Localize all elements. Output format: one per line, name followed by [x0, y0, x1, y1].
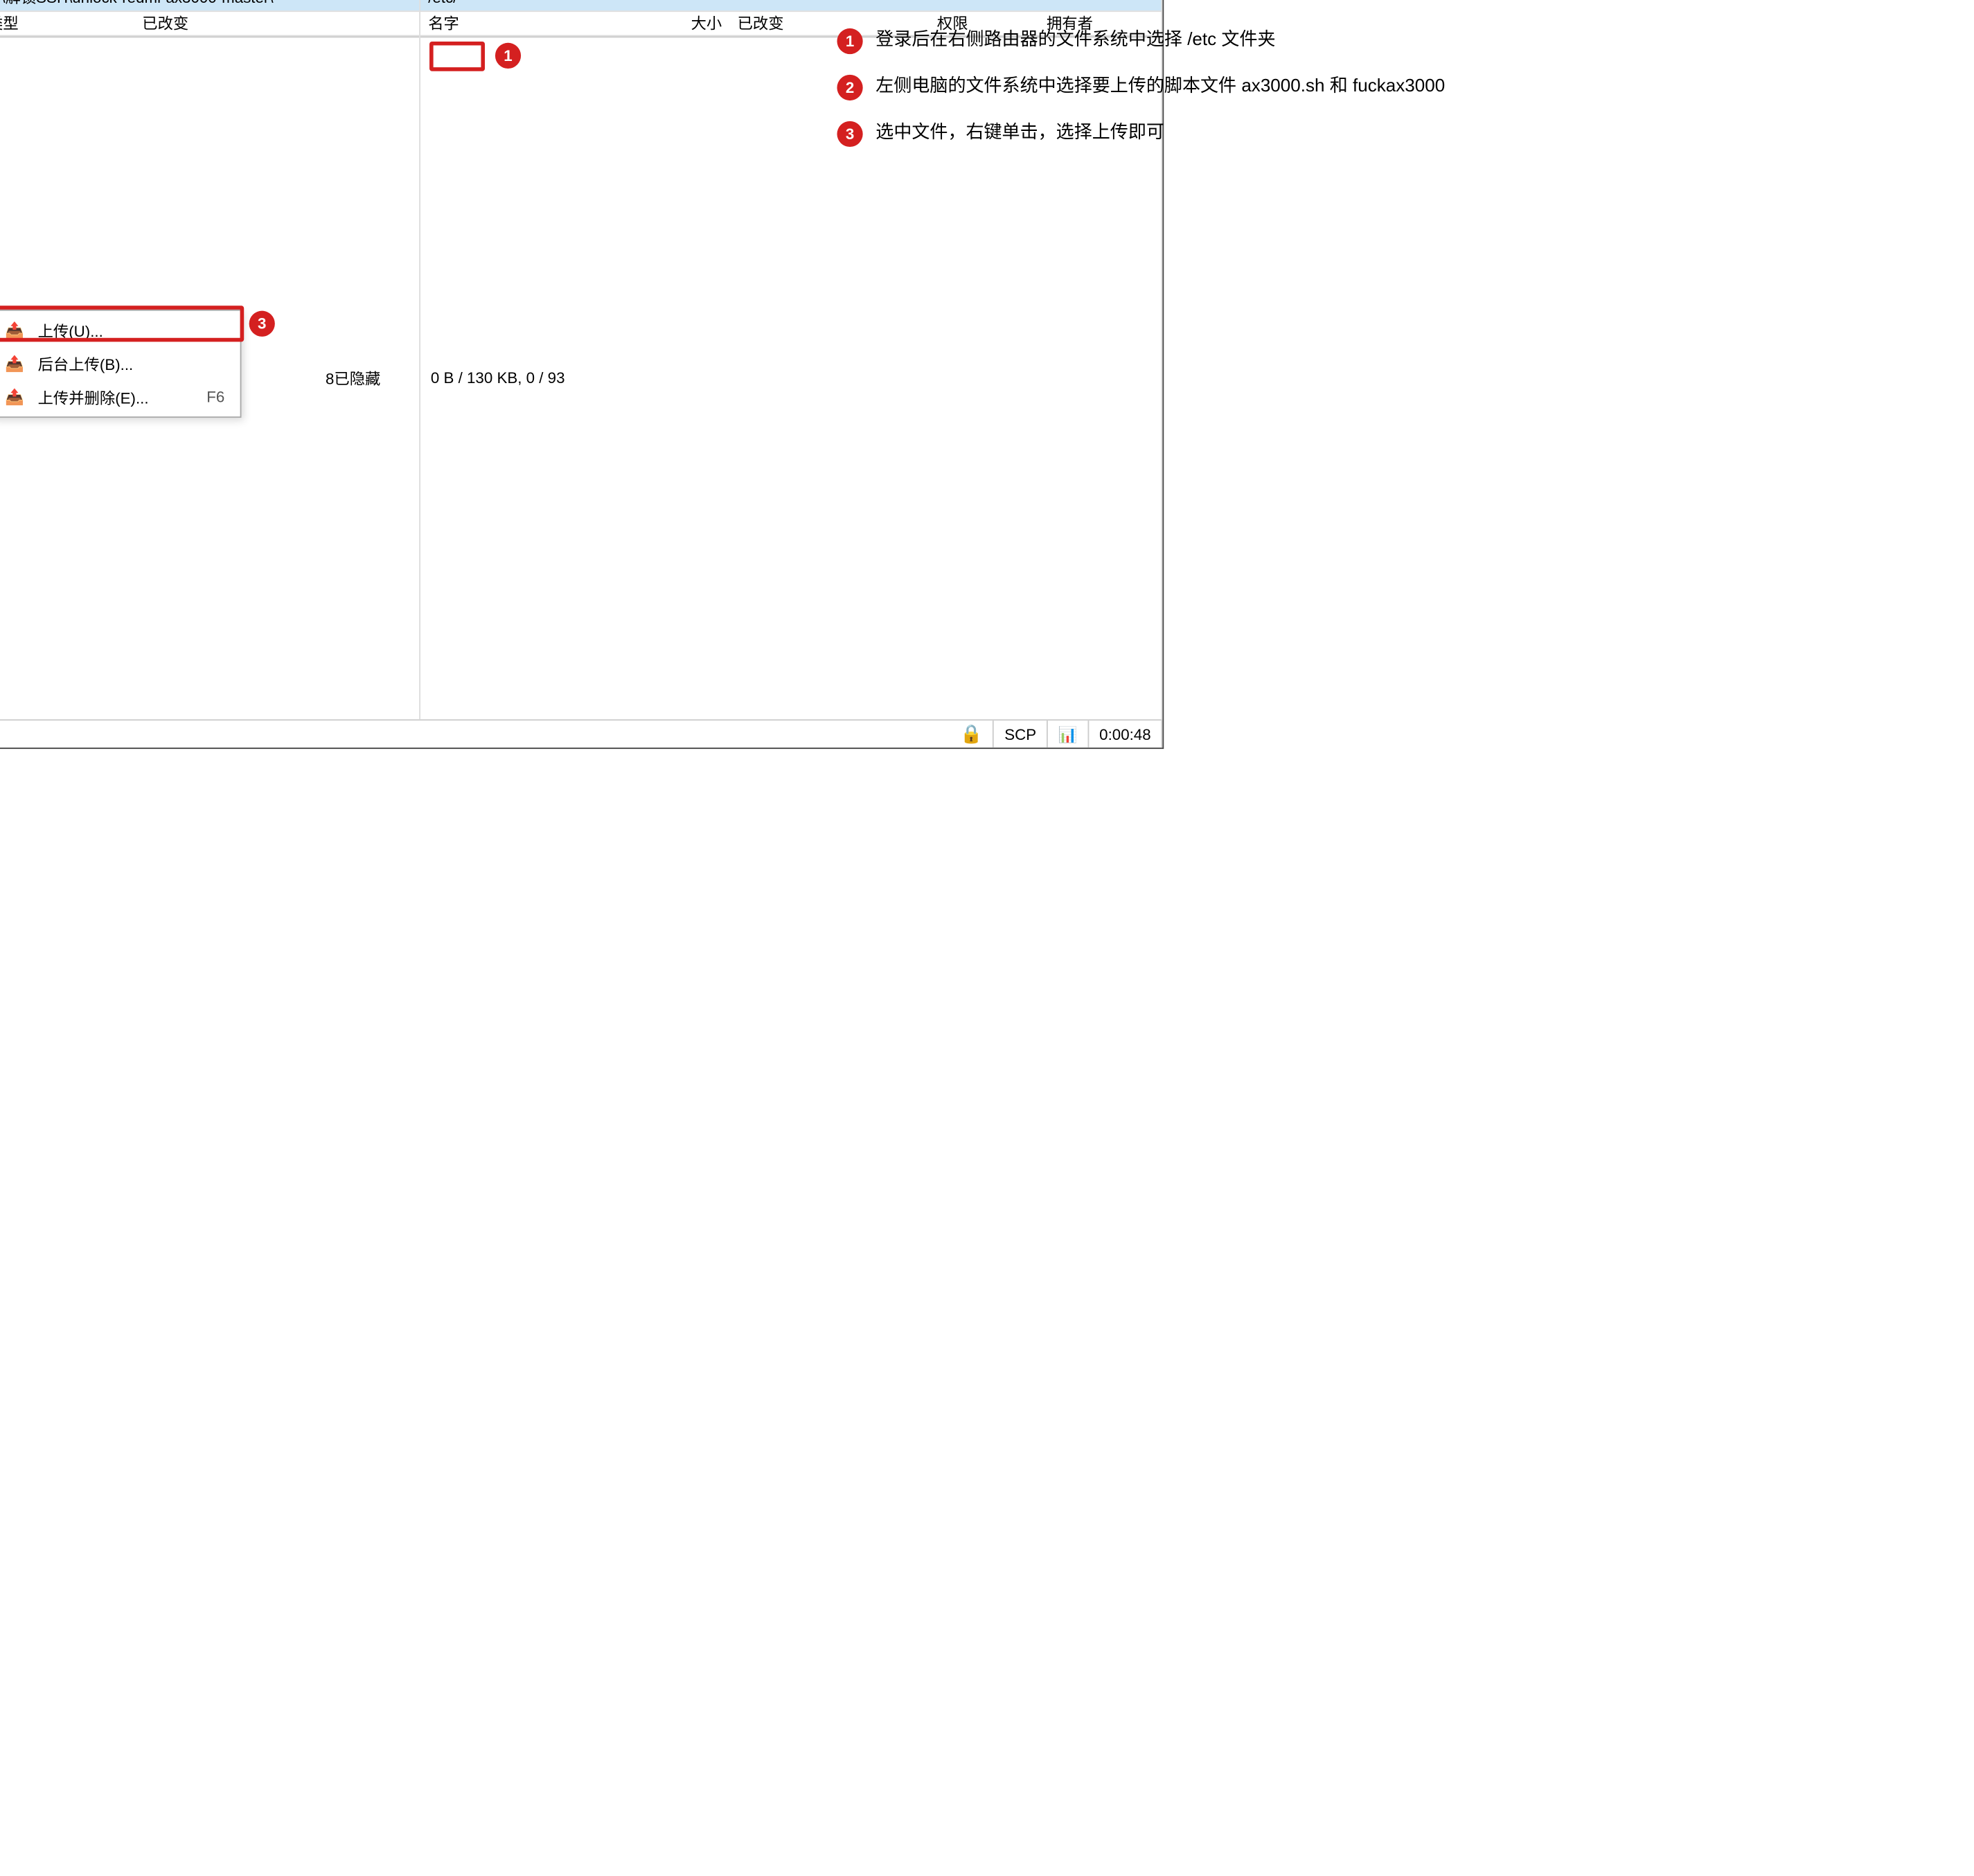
local-hidden: 8已隐藏 — [326, 367, 380, 389]
note-2: 左侧电脑的文件系统中选择要上传的脚本文件 ax3000.sh 和 fuckax3… — [875, 72, 1445, 98]
note-3: 选中文件，右键单击，选择上传即可 — [875, 118, 1164, 144]
annot-box-3 — [0, 306, 244, 342]
notes-panel: 1登录后在右侧路由器的文件系统中选择 /etc 文件夹 2左侧电脑的文件系统中选… — [814, 0, 1974, 1876]
sub-upload-delete[interactable]: 📤上传并删除(E)...F6 — [0, 380, 238, 414]
sub-bg-upload[interactable]: 📤后台上传(B)... — [0, 347, 238, 380]
annot-box-1 — [429, 42, 485, 71]
note-1: 登录后在右侧路由器的文件系统中选择 /etc 文件夹 — [875, 26, 1275, 51]
local-path: C:\...\红米 AX6\不扩容刷机软件及固件\软件及固件\解锁SSH\unl… — [0, 0, 419, 10]
local-columns: 名字 大小 类型 已改变 — [0, 10, 419, 36]
annot-marker-1: 1 — [495, 43, 521, 69]
remote-status: 0 B / 130 KB, 0 / 93 — [431, 369, 565, 387]
annot-marker-3: 3 — [249, 311, 275, 337]
